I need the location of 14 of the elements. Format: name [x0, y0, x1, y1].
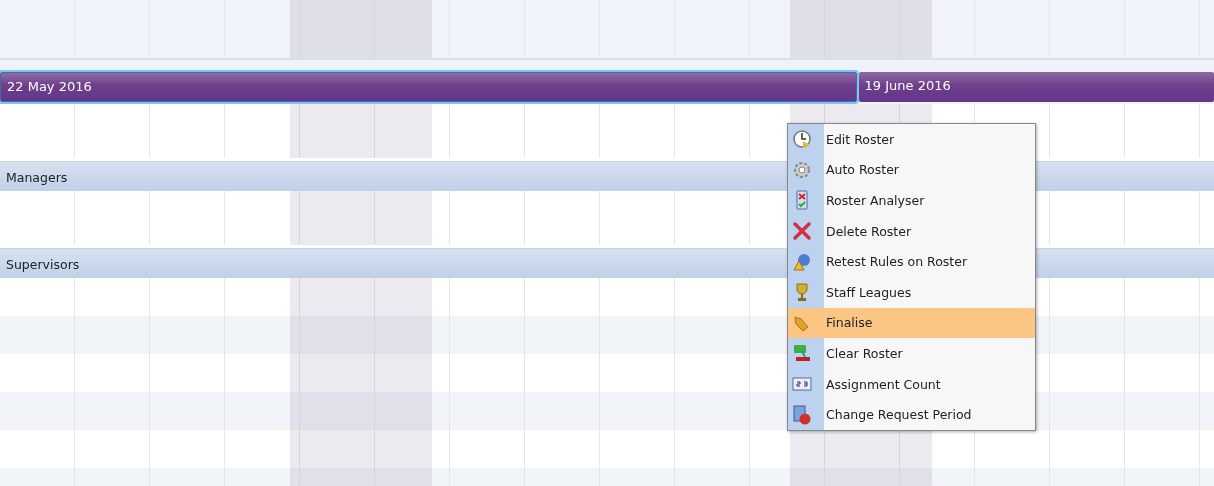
menu-item[interactable]: Clear Roster — [788, 338, 1035, 369]
menu-item[interactable]: Delete Roster — [788, 215, 1035, 247]
menu-item[interactable]: Retest Rules on Roster — [788, 246, 1035, 277]
menu-item[interactable]: Staff Leagues — [788, 276, 1035, 308]
period-bar[interactable]: 22 May 2016 — [0, 72, 857, 102]
clock-icon — [792, 129, 812, 150]
menu-item[interactable]: Edit Roster — [788, 124, 1035, 155]
cross-icon — [792, 221, 812, 242]
document-icon — [792, 404, 812, 425]
menu-item[interactable]: Change Request Period — [788, 399, 1035, 430]
gear-icon — [792, 159, 812, 180]
menu-item[interactable]: Assignment Count — [788, 368, 1035, 400]
period-bar[interactable]: 19 June 2016 — [858, 72, 1214, 102]
menu-item[interactable]: Finalise — [788, 307, 1035, 339]
